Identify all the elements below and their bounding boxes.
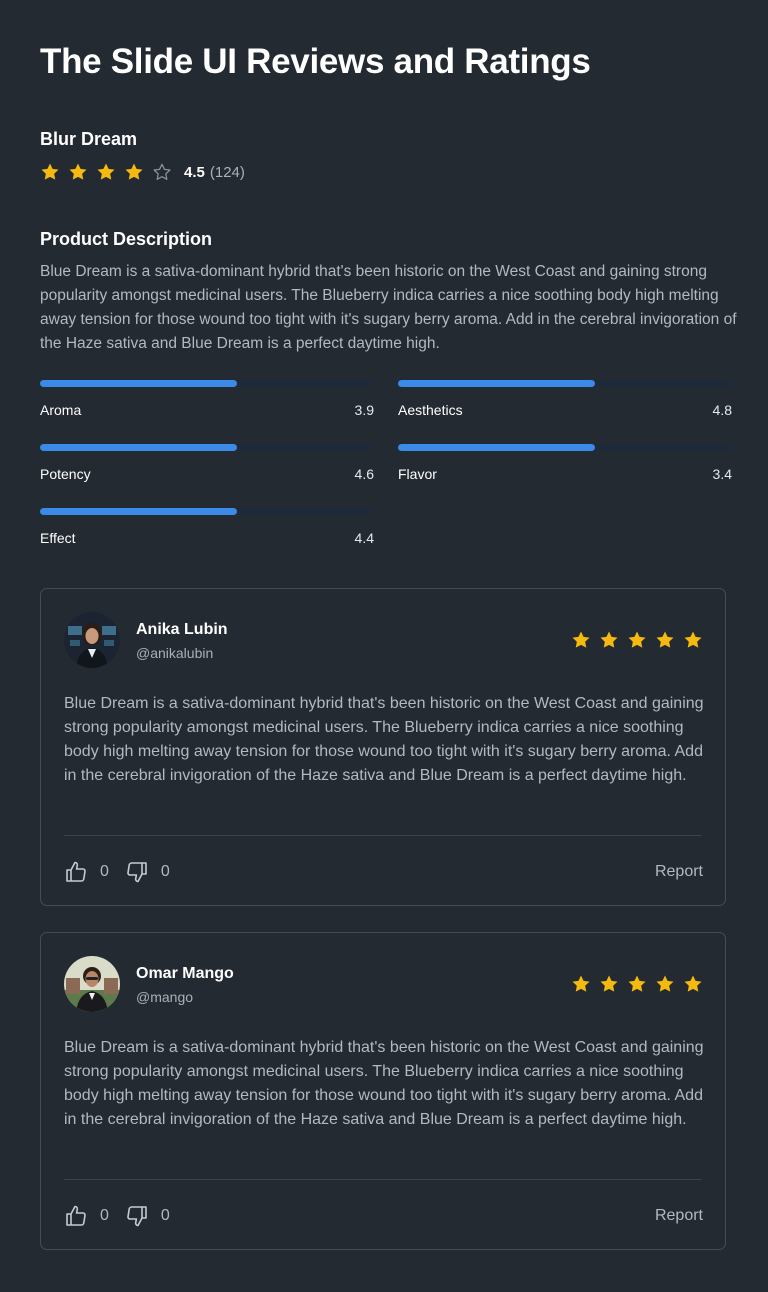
reviewer-handle: @mango — [136, 989, 194, 1005]
metric-fill — [40, 444, 238, 451]
star-filled-icon — [572, 975, 590, 992]
metric-value: 3.4 — [712, 466, 732, 482]
product-name: Blur Dream — [40, 129, 138, 149]
metric-fill — [398, 444, 596, 451]
review-text: Blue Dream is a sativa-dominant hybrid t… — [64, 695, 704, 784]
metric-label: Flavor — [398, 466, 437, 482]
metric-potency: Potency 4.6 — [40, 444, 374, 483]
star-filled-icon — [69, 163, 87, 180]
metric-aesthetics: Aesthetics 4.8 — [398, 380, 732, 419]
star-filled-icon — [600, 975, 618, 992]
divider — [64, 835, 702, 836]
metric-label: Aroma — [40, 402, 82, 418]
star-filled-icon — [656, 975, 674, 992]
review-card: Omar Mango @mango Blue Dream is a sativa… — [40, 932, 726, 1250]
metric-fill — [398, 380, 596, 387]
metric-flavor: Flavor 3.4 — [398, 444, 732, 483]
metric-label: Potency — [40, 466, 91, 482]
page-title: The Slide UI Reviews and Ratings — [40, 42, 591, 81]
like-button[interactable]: 0 — [64, 860, 125, 884]
metric-label: Aesthetics — [398, 402, 463, 418]
product-rating: 4.5 (124) — [40, 160, 245, 184]
thumbs-down-icon — [127, 1206, 147, 1227]
metric-track — [40, 380, 374, 387]
star-filled-icon — [41, 163, 59, 180]
star-filled-icon — [600, 631, 618, 648]
review-card: Anika Lubin @anikalubin Blue Dream is a … — [40, 588, 726, 906]
reviewer-name: Omar Mango — [136, 965, 234, 982]
report-button[interactable]: Report — [655, 1205, 703, 1227]
reviews-page: The Slide UI Reviews and Ratings Blur Dr… — [0, 0, 768, 1292]
thumbs-down-icon — [127, 862, 147, 883]
rating-count: (124) — [209, 163, 245, 181]
like-button[interactable]: 0 — [64, 1204, 125, 1228]
metric-fill — [40, 508, 238, 515]
star-filled-icon — [628, 631, 646, 648]
metric-track — [40, 444, 374, 451]
metric-value: 4.8 — [712, 402, 732, 418]
star-filled-icon — [684, 975, 702, 992]
metric-track — [398, 444, 732, 451]
reviewer-name: Anika Lubin — [136, 621, 228, 638]
metric-label: Effect — [40, 530, 76, 546]
description-title: Product Description — [40, 229, 213, 249]
review-actions: 0 0 — [64, 859, 186, 885]
reviewer-handle: @anikalubin — [136, 645, 214, 661]
metric-aroma: Aroma 3.9 — [40, 380, 374, 419]
metric-value: 4.4 — [354, 530, 374, 546]
metric-value: 3.9 — [354, 402, 374, 418]
star-filled-icon — [97, 163, 115, 180]
metric-track — [40, 508, 374, 515]
metric-track — [398, 380, 732, 387]
review-actions: 0 0 — [64, 1203, 186, 1229]
review-stars — [571, 630, 703, 650]
dislike-count: 0 — [160, 1207, 170, 1224]
star-filled-icon — [572, 631, 590, 648]
avatar — [64, 956, 120, 1012]
metric-effect: Effect 4.4 — [40, 508, 374, 547]
divider — [64, 1179, 702, 1180]
thumbs-up-icon — [66, 861, 86, 882]
product-stars — [40, 162, 180, 182]
star-filled-icon — [684, 631, 702, 648]
rating-value: 4.5 — [184, 163, 205, 181]
avatar — [64, 612, 120, 668]
metric-fill — [40, 380, 238, 387]
metric-value: 4.6 — [354, 466, 374, 482]
dislike-button[interactable]: 0 — [125, 860, 186, 884]
review-text: Blue Dream is a sativa-dominant hybrid t… — [64, 1039, 704, 1128]
description-text: Blue Dream is a sativa-dominant hybrid t… — [40, 263, 737, 352]
thumbs-up-icon — [66, 1205, 86, 1226]
dislike-button[interactable]: 0 — [125, 1204, 186, 1228]
star-filled-icon — [628, 975, 646, 992]
star-outline-icon — [153, 163, 171, 180]
star-filled-icon — [125, 163, 143, 180]
dislike-count: 0 — [160, 863, 170, 880]
like-count: 0 — [100, 863, 109, 880]
report-button[interactable]: Report — [655, 861, 703, 883]
like-count: 0 — [100, 1207, 109, 1224]
star-filled-icon — [656, 631, 674, 648]
review-stars — [571, 974, 703, 994]
